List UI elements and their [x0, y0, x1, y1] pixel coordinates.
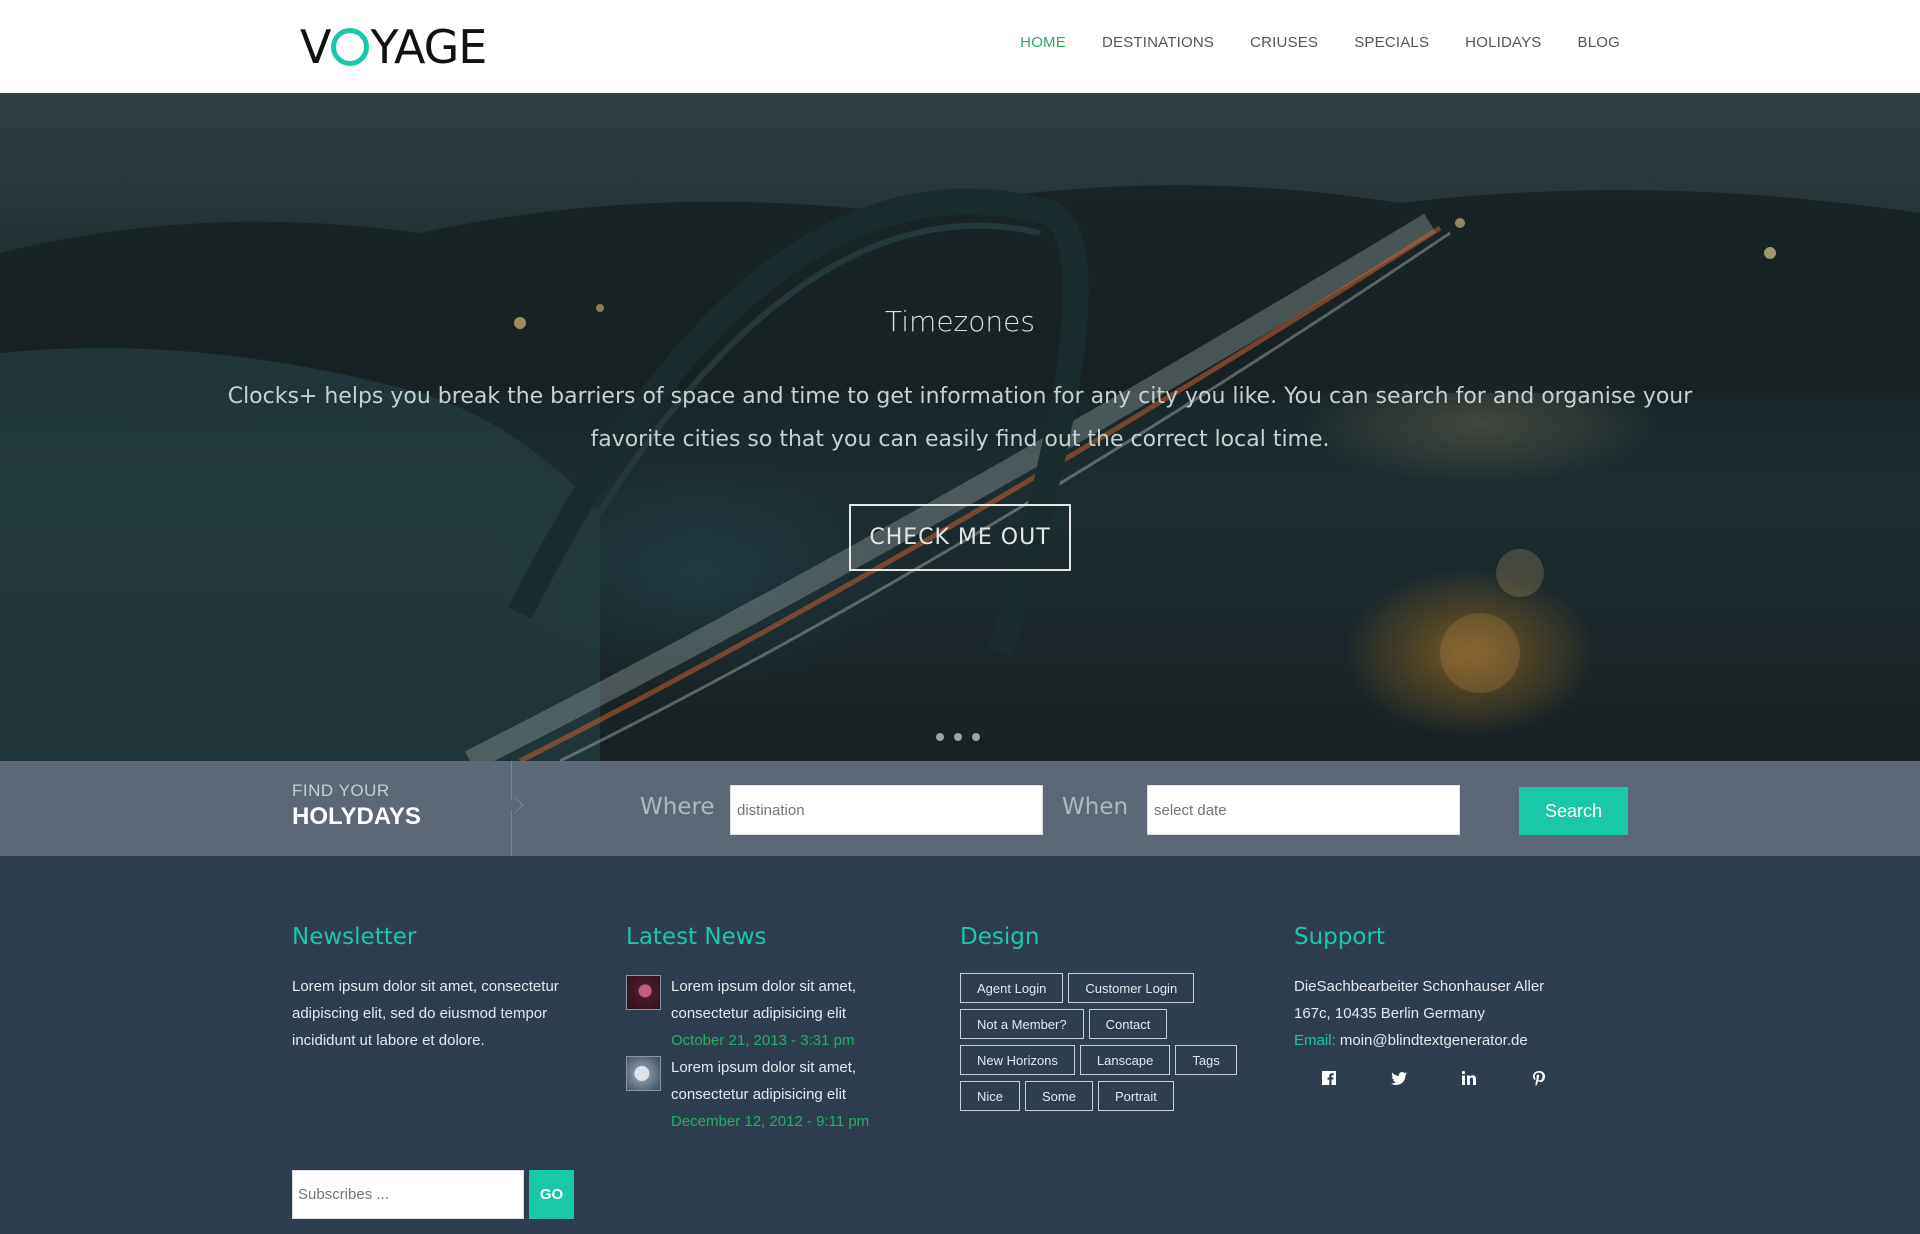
- slider-dot-2[interactable]: [954, 733, 962, 741]
- holiday-finder: FIND YOUR HOLYDAYS Where When Search: [0, 761, 1920, 856]
- newsletter-title: Newsletter: [292, 924, 417, 950]
- chevron-right-icon: [506, 796, 524, 814]
- news-text: Lorem ipsum dolor sit amet, consectetur …: [671, 978, 857, 1022]
- where-label: Where: [640, 794, 715, 820]
- news-date: October 21, 2013 - 3:31 pm: [671, 1032, 855, 1049]
- subscribe-go-button[interactable]: GO: [529, 1170, 574, 1219]
- tag-agent-login[interactable]: Agent Login: [960, 973, 1064, 1003]
- design-title: Design: [960, 924, 1040, 950]
- tag-lanscape[interactable]: Lanscape: [1079, 1045, 1171, 1075]
- logo-o-ring: [331, 28, 370, 66]
- latest-news-title: Latest News: [626, 924, 767, 950]
- news-text: Lorem ipsum dolor sit amet, consectetur …: [671, 1059, 857, 1103]
- news-date: December 12, 2012 - 9:11 pm: [671, 1113, 870, 1130]
- logo-letter-v: V: [300, 20, 331, 74]
- tag-some[interactable]: Some: [1025, 1081, 1093, 1111]
- tag-not-a-member[interactable]: Not a Member?: [960, 1009, 1084, 1039]
- nav-blog[interactable]: BLOG: [1578, 34, 1620, 51]
- nav-home[interactable]: HOME: [1020, 34, 1066, 51]
- nav-cruises[interactable]: CRIUSES: [1250, 34, 1318, 51]
- site-header: V YAGE HOME DESTINATIONS CRIUSES SPECIALS…: [0, 0, 1920, 93]
- main-nav: HOME DESTINATIONS CRIUSES SPECIALS HOLID…: [1020, 34, 1620, 51]
- hero-text: Clocks+ helps you break the barriers of …: [227, 384, 1693, 452]
- tag-new-horizons[interactable]: New Horizons: [960, 1045, 1075, 1075]
- news-item[interactable]: Lorem ipsum dolor sit amet, consectetur …: [626, 1054, 906, 1135]
- date-input[interactable]: [1147, 785, 1460, 835]
- support-title: Support: [1294, 924, 1385, 950]
- finder-heading: FIND YOUR HOLYDAYS: [292, 781, 421, 831]
- design-column: Design Agent Login Customer Login Not a …: [960, 924, 1260, 1111]
- nav-destinations[interactable]: DESTINATIONS: [1102, 34, 1214, 51]
- tag-portrait[interactable]: Portrait: [1097, 1081, 1174, 1111]
- newsletter-column: Newsletter Lorem ipsum dolor sit amet, c…: [292, 924, 582, 1219]
- tag-tags[interactable]: Tags: [1175, 1045, 1237, 1075]
- twitter-icon[interactable]: [1364, 1068, 1434, 1088]
- support-email-line: Email: moin@blindtextgenerator.de: [1294, 1027, 1614, 1054]
- tag-nice[interactable]: Nice: [960, 1081, 1021, 1111]
- finder-heading-big: HOLYDAYS: [292, 803, 421, 830]
- nav-specials[interactable]: SPECIALS: [1354, 34, 1429, 51]
- slider-dot-3[interactable]: [972, 733, 980, 741]
- support-column: Support DieSachbearbeiter Schonhauser Al…: [1294, 924, 1614, 1088]
- hero-title: Timezones: [885, 305, 1035, 338]
- email-link[interactable]: moin@blindtextgenerator.de: [1340, 1032, 1528, 1049]
- tag-contact[interactable]: Contact: [1088, 1009, 1168, 1039]
- destination-input[interactable]: [730, 785, 1043, 835]
- hero-slider: Timezones Clocks+ helps you break the ba…: [0, 93, 1920, 761]
- facebook-icon[interactable]: [1294, 1068, 1364, 1088]
- finder-heading-small: FIND YOUR: [292, 781, 390, 800]
- when-label: When: [1062, 794, 1129, 820]
- tag-customer-login[interactable]: Customer Login: [1068, 973, 1195, 1003]
- pinterest-icon[interactable]: [1504, 1068, 1574, 1088]
- latest-news-column: Latest News Lorem ipsum dolor sit amet, …: [626, 924, 906, 1135]
- nav-holidays[interactable]: HOLIDAYS: [1465, 34, 1541, 51]
- linkedin-icon[interactable]: [1434, 1068, 1504, 1088]
- logo-letters: YAGE: [370, 20, 487, 74]
- newsletter-text: Lorem ipsum dolor sit amet, consectetur …: [292, 978, 559, 1049]
- tag-cloud: Agent Login Customer Login Not a Member?…: [960, 973, 1260, 1111]
- site-footer: Newsletter Lorem ipsum dolor sit amet, c…: [0, 856, 1920, 1234]
- search-button[interactable]: Search: [1519, 787, 1628, 835]
- news-item[interactable]: Lorem ipsum dolor sit amet, consectetur …: [626, 973, 906, 1054]
- email-label: Email:: [1294, 1032, 1336, 1049]
- logo[interactable]: V YAGE: [300, 20, 487, 74]
- social-links: [1294, 1068, 1614, 1088]
- news-thumbnail: [626, 1056, 661, 1091]
- slider-dot-1[interactable]: [936, 733, 944, 741]
- support-address-line-1: DieSachbearbeiter Schonhauser Aller: [1294, 978, 1545, 995]
- check-me-out-button[interactable]: CHECK ME OUT: [849, 504, 1071, 571]
- support-address-line-2: 167c, 10435 Berlin Germany: [1294, 1005, 1485, 1022]
- subscribe-input[interactable]: [292, 1170, 524, 1219]
- news-thumbnail: [626, 975, 661, 1010]
- slider-dots: [936, 733, 980, 741]
